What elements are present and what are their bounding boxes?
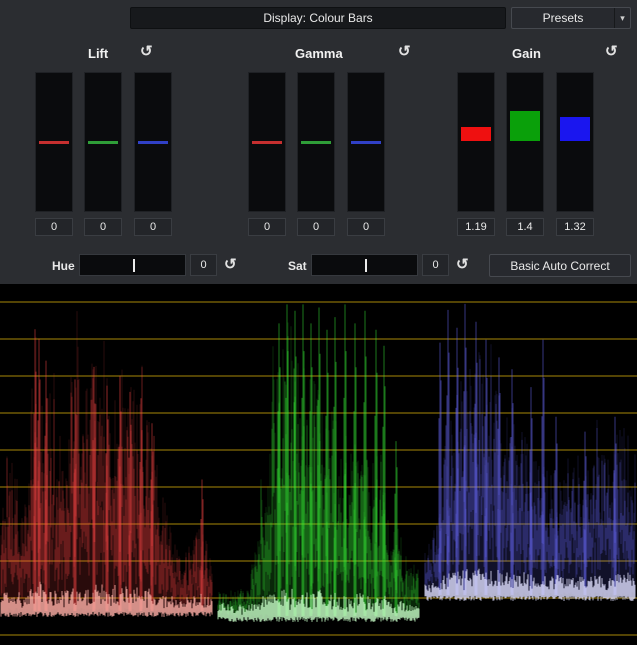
gamma-green-slider[interactable] — [297, 72, 335, 212]
gain-reset-icon[interactable]: ↺ — [605, 44, 618, 59]
gamma-red-value[interactable]: 0 — [248, 218, 286, 236]
blue-slider-handle[interactable] — [560, 117, 590, 141]
chevron-down-icon[interactable]: ▾ — [614, 8, 630, 28]
rgb-parade-waveform — [0, 284, 637, 645]
gamma-blue-value[interactable]: 0 — [347, 218, 385, 236]
red-slider-handle[interactable] — [461, 127, 491, 141]
hue-value[interactable]: 0 — [190, 254, 217, 276]
basic-auto-correct-button[interactable]: Basic Auto Correct — [489, 254, 631, 277]
sat-reset-icon[interactable]: ↺ — [456, 257, 469, 272]
lift-green-slider[interactable] — [84, 72, 122, 212]
lift-blue-value[interactable]: 0 — [134, 218, 172, 236]
red-slider-handle[interactable] — [39, 141, 69, 144]
gain-red-value[interactable]: 1.19 — [457, 218, 495, 236]
gain-section-label: Gain — [512, 46, 541, 61]
lift-blue-slider[interactable] — [134, 72, 172, 212]
gamma-red-slider[interactable] — [248, 72, 286, 212]
waveform-scope — [0, 284, 637, 645]
gamma-blue-slider[interactable] — [347, 72, 385, 212]
gamma-green-value[interactable]: 0 — [297, 218, 335, 236]
lift-red-value[interactable]: 0 — [35, 218, 73, 236]
gain-green-slider[interactable] — [506, 72, 544, 212]
gain-red-slider[interactable] — [457, 72, 495, 212]
presets-label: Presets — [512, 11, 614, 25]
gain-blue-slider[interactable] — [556, 72, 594, 212]
green-slider-handle[interactable] — [301, 141, 331, 144]
hue-reset-icon[interactable]: ↺ — [224, 257, 237, 272]
display-mode-button[interactable]: Display: Colour Bars — [130, 7, 506, 29]
sat-slider-handle[interactable] — [365, 259, 367, 272]
gamma-reset-icon[interactable]: ↺ — [398, 44, 411, 59]
gain-green-value[interactable]: 1.4 — [506, 218, 544, 236]
sat-label: Sat — [288, 259, 307, 273]
hue-slider-handle[interactable] — [133, 259, 135, 272]
presets-dropdown[interactable]: Presets ▾ — [511, 7, 631, 29]
blue-slider-handle[interactable] — [138, 141, 168, 144]
lift-section-label: Lift — [88, 46, 108, 61]
hue-label: Hue — [52, 259, 75, 273]
lift-green-value[interactable]: 0 — [84, 218, 122, 236]
gain-blue-value[interactable]: 1.32 — [556, 218, 594, 236]
green-slider-handle[interactable] — [88, 141, 118, 144]
sat-value[interactable]: 0 — [422, 254, 449, 276]
colour-correction-panel: Display: Colour Bars Presets ▾ Lift ↺ Ga… — [0, 0, 637, 284]
blue-slider-handle[interactable] — [351, 141, 381, 144]
hue-slider[interactable] — [79, 254, 186, 276]
green-slider-handle[interactable] — [510, 111, 540, 141]
red-slider-handle[interactable] — [252, 141, 282, 144]
sat-slider[interactable] — [311, 254, 418, 276]
lift-reset-icon[interactable]: ↺ — [140, 44, 153, 59]
gamma-section-label: Gamma — [295, 46, 343, 61]
lift-red-slider[interactable] — [35, 72, 73, 212]
